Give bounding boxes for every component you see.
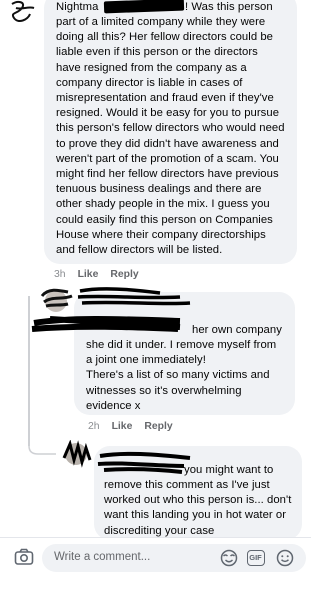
comment-1-first-line-end: ! Was this person: [185, 1, 273, 13]
emoji-icon[interactable]: [276, 549, 294, 567]
gif-icon[interactable]: GIF: [247, 550, 265, 566]
redaction-name: [103, 0, 185, 14]
comment-1-text: part of a limited company while they wer…: [56, 16, 285, 257]
comment-input-placeholder: Write a comment...: [54, 551, 151, 563]
redaction-scribble: [31, 287, 191, 332]
comment-input[interactable]: Write a comment... GIF: [42, 544, 306, 572]
avatar-scribble: [62, 440, 92, 468]
sticker-icon[interactable]: [220, 549, 238, 567]
comment-2-first-line-end: her own company: [192, 324, 282, 336]
comment-1-first-word: Nightma: [56, 1, 99, 13]
avatar-scribble: [11, 0, 35, 22]
comment-composer: Write a comment... GIF: [0, 537, 311, 600]
comment-2-like-button[interactable]: Like: [112, 421, 133, 432]
gif-label: GIF: [249, 553, 262, 562]
comment-1-reply-button[interactable]: Reply: [110, 269, 138, 280]
reply-connector: [28, 440, 56, 455]
comment-1-time: 3h: [54, 269, 66, 280]
redaction-scribble: [97, 451, 191, 474]
comment-2-reply-button[interactable]: Reply: [144, 421, 172, 432]
comment-3-first-line-end: you might want to: [184, 464, 274, 476]
camera-icon[interactable]: [14, 548, 34, 566]
comment-3-text: remove this comment as I've just worked …: [104, 479, 292, 537]
comment-1-like-button[interactable]: Like: [78, 269, 99, 280]
comment-2-time: 2h: [88, 421, 100, 432]
comment-2-actions: 2h Like Reply: [88, 421, 173, 432]
comment-2-text: she did it under. I remove myself from a…: [86, 339, 277, 412]
comment-bubble-1: Nightma ! Was this person part of a limi…: [44, 0, 297, 264]
comment-1-actions: 3h Like Reply: [54, 269, 139, 280]
